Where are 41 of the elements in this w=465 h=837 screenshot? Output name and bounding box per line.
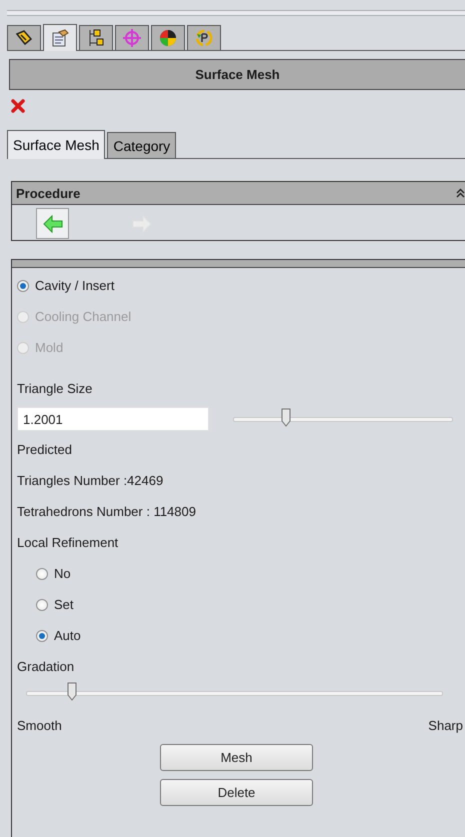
label: Predicted xyxy=(17,441,73,459)
toolbar-tab[interactable] xyxy=(7,25,41,50)
triangle-size-field[interactable]: 1.2001 xyxy=(17,407,209,431)
slider-thumb[interactable] xyxy=(280,408,291,427)
action-button[interactable]: Delete xyxy=(160,779,313,806)
crosshair-icon xyxy=(122,28,142,48)
radio-label: Cooling Channel xyxy=(35,309,132,324)
cycle-icon xyxy=(194,28,214,48)
section-title: Procedure xyxy=(16,186,80,200)
label: Gradation xyxy=(17,658,76,676)
toolbar-tab[interactable] xyxy=(79,25,113,50)
max-label: Sharp xyxy=(428,718,463,733)
toolbar-tab[interactable] xyxy=(43,24,77,51)
collapse-icon[interactable] xyxy=(456,188,465,198)
radio-label: Cavity / Insert xyxy=(35,278,114,293)
slider-thumb[interactable] xyxy=(66,682,77,701)
radio-button[interactable] xyxy=(36,630,48,642)
radio-button[interactable] xyxy=(36,568,48,580)
tab[interactable]: Category xyxy=(107,132,176,158)
close-icon[interactable] xyxy=(10,98,26,114)
tab[interactable]: Surface Mesh xyxy=(7,130,106,159)
radio-label: Mold xyxy=(35,340,64,355)
radio-label: No xyxy=(54,566,71,581)
radio-label: Auto xyxy=(54,628,81,643)
toolbar-tab[interactable] xyxy=(187,25,221,50)
label: Triangle Size xyxy=(17,380,94,398)
toolbar-tab[interactable] xyxy=(151,25,185,50)
clipboard-icon xyxy=(50,28,70,48)
label: Tetrahedrons Number : 114809 xyxy=(17,503,197,521)
back-button[interactable] xyxy=(36,208,69,239)
radio-label: Set xyxy=(54,597,74,612)
radio-button[interactable] xyxy=(17,280,29,292)
arrow-icon xyxy=(42,212,64,234)
label: Local Refinement xyxy=(17,534,120,552)
min-label: Smooth xyxy=(17,718,62,733)
action-button[interactable]: Mesh xyxy=(160,744,313,771)
color-ball-icon xyxy=(158,28,178,48)
cheese-icon xyxy=(14,28,34,48)
panel-title: Surface Mesh xyxy=(194,67,281,82)
label: Triangles Number :42469 xyxy=(17,472,164,490)
radio-button[interactable] xyxy=(36,598,48,610)
